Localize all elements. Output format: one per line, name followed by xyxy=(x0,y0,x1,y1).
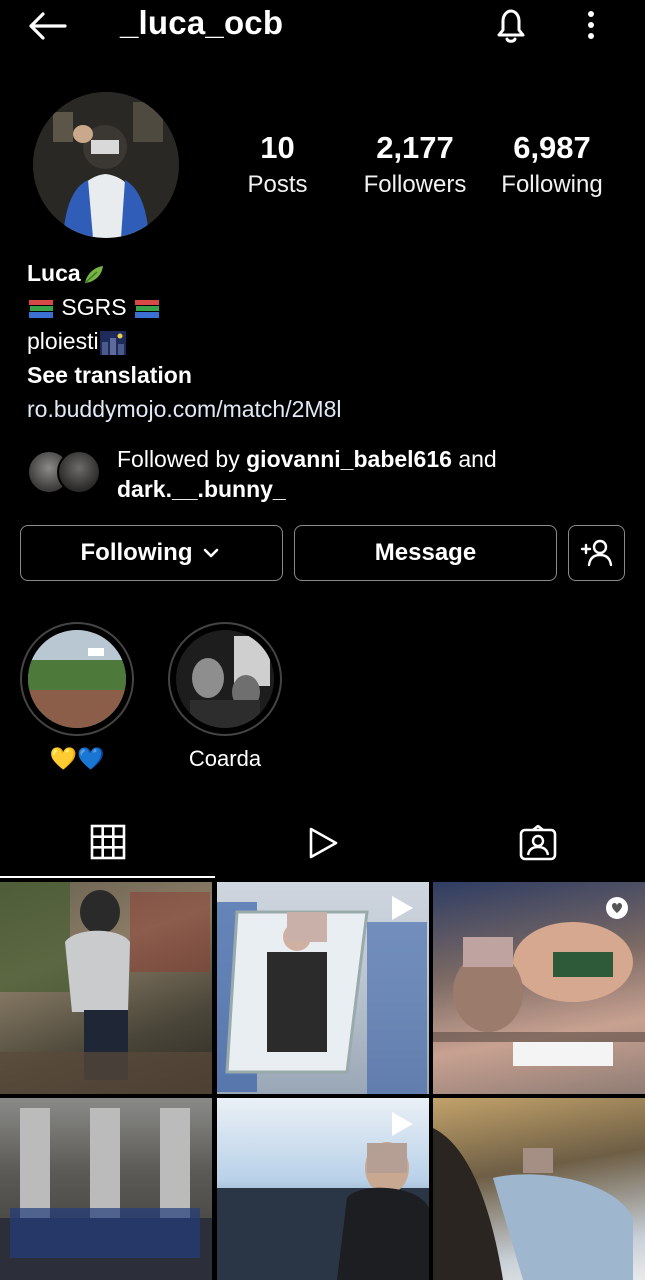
mutual-user-1: giovanni_babel616 xyxy=(246,446,452,472)
following-label: Following xyxy=(501,171,603,198)
highlight-1[interactable]: 💛💙 xyxy=(20,622,134,774)
posts-grid xyxy=(0,882,645,1280)
bell-icon xyxy=(497,9,525,43)
posts-label: Posts xyxy=(247,171,308,198)
video-indicator-icon xyxy=(392,1112,413,1136)
grid-icon xyxy=(90,824,125,860)
tab-posts-grid[interactable] xyxy=(0,808,215,878)
post-thumbnail-4[interactable] xyxy=(0,1098,212,1280)
posts-count[interactable]: 10 Posts xyxy=(230,128,325,202)
mutual-user-2: dark.__.bunny_ xyxy=(117,476,286,502)
following-button-label: Following xyxy=(80,539,193,566)
followers-label: Followers xyxy=(363,171,467,198)
followers-value: 2,177 xyxy=(376,130,454,165)
message-button-label: Message xyxy=(374,539,477,566)
arrow-left-icon xyxy=(29,12,67,40)
post-thumbnail-5[interactable] xyxy=(217,1098,429,1280)
bio-website-link[interactable]: ro.buddymojo.com/match/2M8l xyxy=(27,392,627,426)
see-translation-link[interactable]: See translation xyxy=(27,358,627,392)
following-button[interactable]: Following xyxy=(20,525,283,581)
chevron-down-icon xyxy=(204,548,219,558)
post-thumbnail-6[interactable] xyxy=(433,1098,645,1280)
followers-count[interactable]: 2,177 Followers xyxy=(355,128,475,202)
highlight-1-label: 💛💙 xyxy=(49,746,105,771)
profile-bio: Luca SGRS ploiesti See translation ro.bu… xyxy=(27,256,627,426)
profile-avatar[interactable] xyxy=(33,92,179,238)
bio-location-line: ploiesti xyxy=(27,324,627,358)
more-vertical-icon xyxy=(588,11,594,39)
following-count[interactable]: 6,987 Following xyxy=(492,128,612,202)
more-options-button[interactable] xyxy=(572,6,610,44)
books-emoji-icon xyxy=(29,299,53,318)
highlight-ring xyxy=(168,622,282,736)
profile-stats: 10 Posts 2,177 Followers 6,987 Following xyxy=(230,128,630,208)
following-value: 6,987 xyxy=(513,130,591,165)
video-indicator-icon xyxy=(392,896,413,920)
profile-tabs xyxy=(0,808,645,878)
books-emoji-icon xyxy=(134,299,159,318)
highlight-ring xyxy=(20,622,134,736)
followed-by-row[interactable]: Followed by giovanni_babel616 and dark._… xyxy=(27,444,627,504)
posts-value: 10 xyxy=(260,130,295,165)
top-bar: _luca_ocb xyxy=(0,0,645,56)
bio-line-books: SGRS xyxy=(27,290,627,324)
reels-play-icon xyxy=(309,827,337,859)
carousel-indicator-icon xyxy=(606,897,628,919)
display-name: Luca xyxy=(27,260,81,286)
post-thumbnail-2[interactable] xyxy=(217,882,429,1094)
message-button[interactable]: Message xyxy=(294,525,557,581)
avatar-image xyxy=(33,92,179,238)
followed-by-text: Followed by giovanni_babel616 and dark._… xyxy=(117,444,497,504)
tagged-person-icon xyxy=(519,825,556,861)
followed-by-joiner: and xyxy=(458,446,497,472)
add-person-icon xyxy=(580,539,612,567)
highlight-2-cover xyxy=(176,630,274,728)
highlight-1-cover xyxy=(28,630,126,728)
mutual-avatar-2 xyxy=(57,450,101,494)
highlight-2[interactable]: Coarda xyxy=(168,622,282,774)
suggested-people-button[interactable] xyxy=(568,525,625,581)
tab-reels[interactable] xyxy=(215,808,430,878)
profile-username: _luca_ocb xyxy=(120,4,284,41)
bio-tagline: SGRS xyxy=(61,294,127,320)
followed-by-prefix: Followed by xyxy=(117,446,240,472)
highlight-2-label: Coarda xyxy=(188,746,262,771)
notifications-button[interactable] xyxy=(490,4,532,46)
night-city-emoji-icon xyxy=(99,330,126,355)
post-thumbnail-1[interactable] xyxy=(0,882,212,1094)
bio-location: ploiesti xyxy=(27,328,99,354)
bio-name-line: Luca xyxy=(27,256,627,290)
tab-tagged[interactable] xyxy=(430,808,645,878)
back-button[interactable] xyxy=(24,8,70,44)
leaf-emoji-icon xyxy=(84,265,103,284)
post-thumbnail-3[interactable] xyxy=(433,882,645,1094)
